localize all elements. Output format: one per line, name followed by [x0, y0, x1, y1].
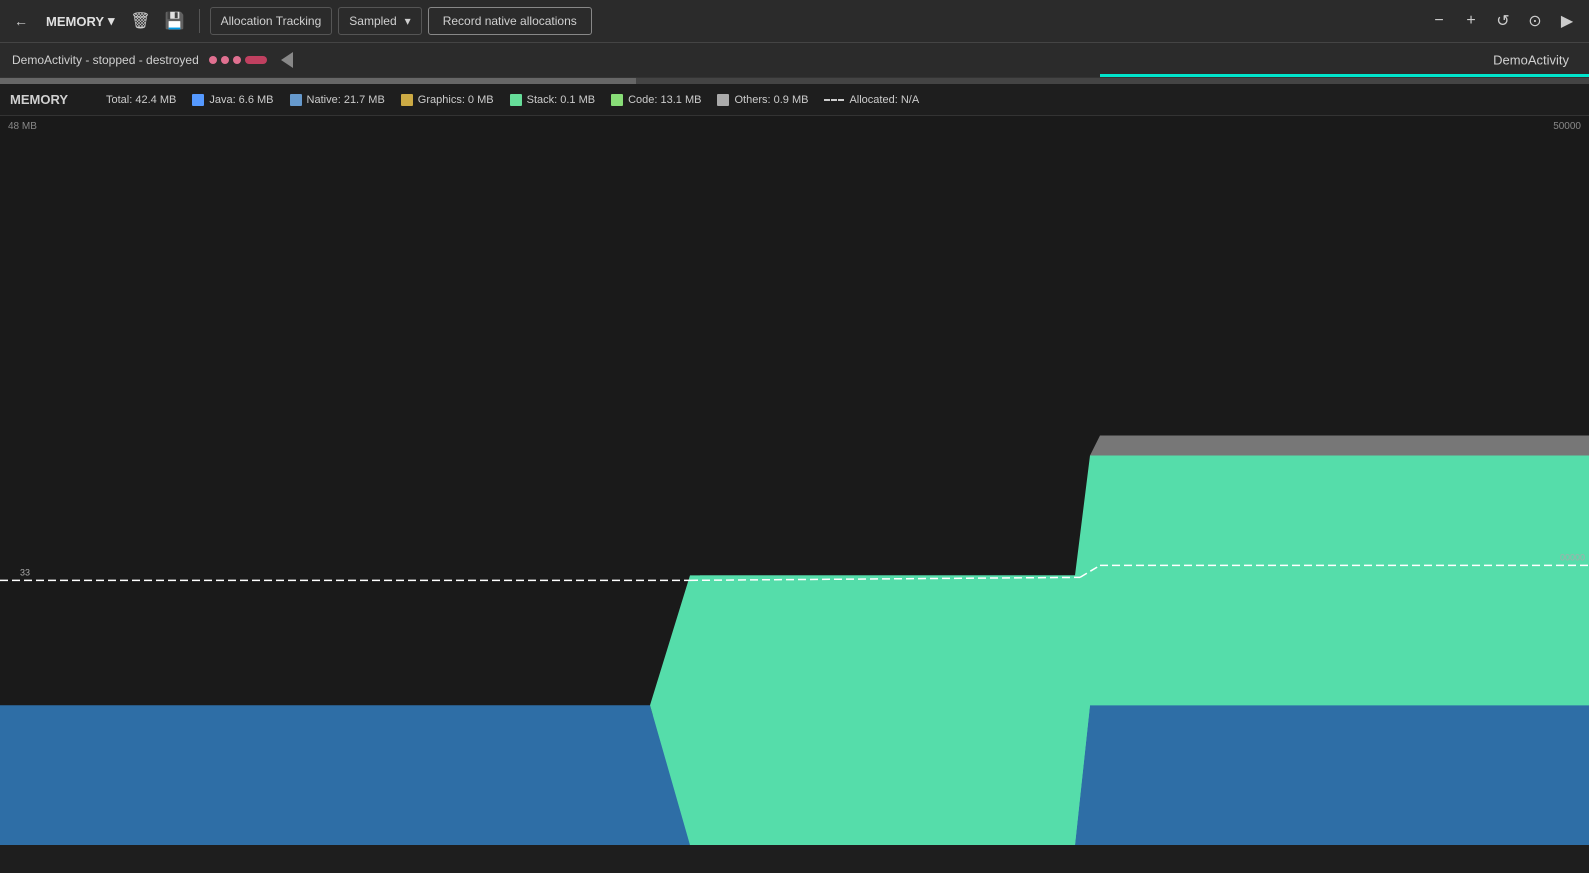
status-dot-3: [233, 56, 241, 64]
legend-java-color: [192, 94, 204, 106]
status-dot-2: [221, 56, 229, 64]
sampled-dropdown-button[interactable]: Sampled ▾: [338, 7, 421, 35]
record-native-label: Record native allocations: [443, 14, 577, 28]
timeline-scrubber[interactable]: [0, 78, 1589, 84]
memory-title[interactable]: MEMORY ▾: [40, 9, 121, 33]
legend-java-text: Java: 6.6 MB: [209, 94, 273, 106]
status-bar: DemoActivity - stopped - destroyed DemoA…: [0, 43, 1589, 78]
legend-java: Java: 6.6 MB: [192, 94, 273, 106]
record-native-button[interactable]: Record native allocations: [428, 7, 592, 35]
zoom-out-button[interactable]: −: [1425, 7, 1453, 35]
device-status-text: DemoActivity - stopped - destroyed: [12, 53, 199, 67]
memory-title-text: MEMORY: [46, 14, 104, 29]
legend-allocated-dash: [824, 99, 844, 101]
more-button[interactable]: ⊙: [1521, 7, 1549, 35]
allocation-tracking-button[interactable]: Allocation Tracking: [210, 7, 333, 35]
right-toolbar-icons: − + ↺ ⊙ ▶: [1425, 7, 1581, 35]
legend-others-text: Others: 0.9 MB: [734, 94, 808, 106]
timeline-progress: [0, 78, 636, 84]
sampled-label: Sampled: [349, 14, 396, 28]
demo-activity-right-label: DemoActivity: [1493, 53, 1569, 68]
zoom-in-button[interactable]: +: [1457, 7, 1485, 35]
teal-progress-bar: [1100, 74, 1589, 77]
chart-area[interactable]: 48 MB 50000 16 50000 33 00000: [0, 116, 1589, 845]
playback-marker-icon: [281, 52, 293, 68]
play-button[interactable]: ▶: [1553, 7, 1581, 35]
legend-total-text: Total: 42.4 MB: [106, 94, 176, 106]
legend-code-color: [611, 94, 623, 106]
legend-graphics-color: [401, 94, 413, 106]
allocation-tracking-label: Allocation Tracking: [221, 14, 322, 28]
legend-code: Code: 13.1 MB: [611, 94, 701, 106]
separator-1: [199, 9, 200, 33]
legend-total: Total: 42.4 MB: [106, 94, 176, 106]
legend-allocated: Allocated: N/A: [824, 94, 919, 106]
legend-others: Others: 0.9 MB: [717, 94, 808, 106]
legend-others-color: [717, 94, 729, 106]
legend-native-text: Native: 21.7 MB: [307, 94, 385, 106]
dots-container: [209, 56, 267, 64]
legend-native-color: [290, 94, 302, 106]
back-button[interactable]: ←: [8, 9, 34, 33]
export-button[interactable]: 💾: [161, 7, 189, 35]
memory-label: MEMORY: [10, 92, 90, 107]
dashed-label-right: 00000: [1560, 552, 1585, 562]
legend-stack-text: Stack: 0.1 MB: [527, 94, 595, 106]
legend-graphics: Graphics: 0 MB: [401, 94, 494, 106]
legend-bar: MEMORY Total: 42.4 MB Java: 6.6 MB Nativ…: [0, 84, 1589, 116]
reset-zoom-button[interactable]: ↺: [1489, 7, 1517, 35]
legend-stack-color: [510, 94, 522, 106]
legend-code-text: Code: 13.1 MB: [628, 94, 701, 106]
legend-stack: Stack: 0.1 MB: [510, 94, 595, 106]
sampled-arrow-icon: ▾: [405, 14, 411, 28]
status-pill: [245, 56, 267, 64]
legend-native: Native: 21.7 MB: [290, 94, 385, 106]
delete-button[interactable]: 🗑: [127, 7, 155, 35]
legend-graphics-text: Graphics: 0 MB: [418, 94, 494, 106]
status-dot-1: [209, 56, 217, 64]
memory-chart-svg: 33 00000: [0, 116, 1589, 845]
dropdown-arrow-icon: ▾: [108, 13, 115, 29]
legend-allocated-text: Allocated: N/A: [849, 94, 919, 106]
main-toolbar: ← MEMORY ▾ 🗑 💾 Allocation Tracking Sampl…: [0, 0, 1589, 43]
dashed-label-left: 33: [20, 567, 30, 577]
gray-top: [0, 436, 1589, 456]
